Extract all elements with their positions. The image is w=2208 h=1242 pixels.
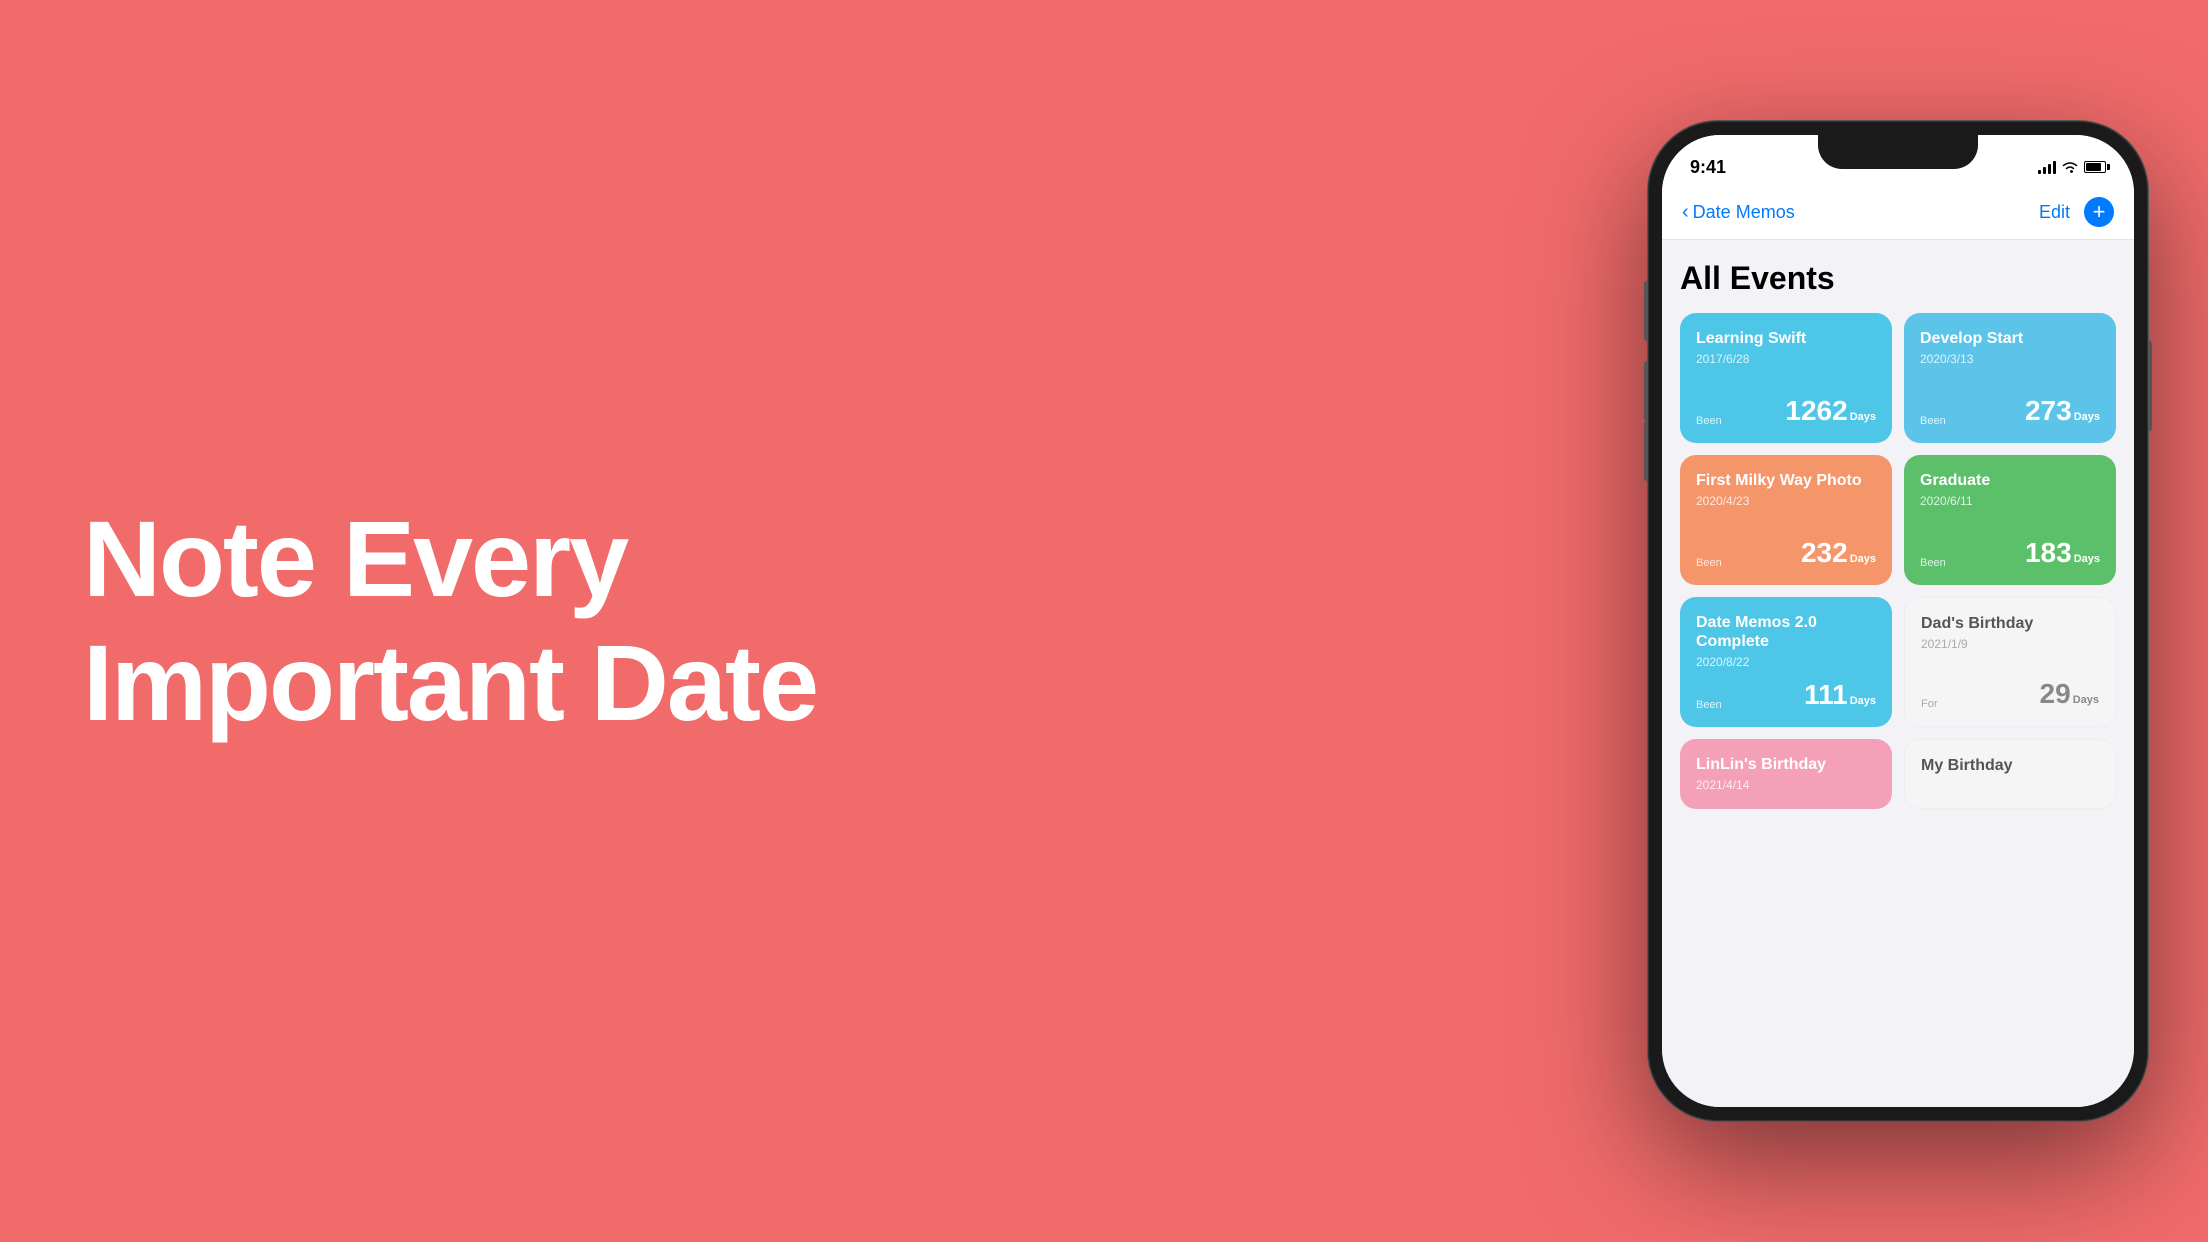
nav-right-buttons: Edit +	[2039, 197, 2114, 227]
card-bottom: Been 111 Days	[1696, 679, 1876, 711]
card-number: 273	[2025, 395, 2072, 427]
wifi-icon	[2062, 160, 2078, 174]
card-days: 183 Days	[2025, 537, 2100, 569]
phone-body: 9:41	[1648, 121, 2148, 1121]
card-title: Date Memos 2.0 Complete	[1696, 613, 1876, 651]
card-days-suffix: Days	[2074, 411, 2100, 423]
add-button[interactable]: +	[2084, 197, 2114, 227]
page-title: All Events	[1680, 260, 2116, 297]
card-date: 2020/3/13	[1920, 352, 2100, 366]
card-dads-birthday[interactable]: Dad's Birthday 2021/1/9 For 29 Days	[1904, 597, 2116, 727]
card-date: 2020/4/23	[1696, 494, 1876, 508]
card-date: 2017/6/28	[1696, 352, 1876, 366]
card-date: 2020/8/22	[1696, 655, 1876, 669]
card-number: 183	[2025, 537, 2072, 569]
card-number: 29	[2040, 678, 2071, 710]
phone-screen: 9:41	[1662, 135, 2134, 1107]
card-days: 232 Days	[1801, 537, 1876, 569]
card-title: Graduate	[1920, 471, 2100, 490]
cards-grid: Learning Swift 2017/6/28 Been 1262 Days	[1680, 313, 2116, 809]
card-label: Been	[1696, 415, 1722, 427]
card-number: 232	[1801, 537, 1848, 569]
card-number: 111	[1804, 679, 1848, 711]
chevron-left-icon: ‹	[1682, 201, 1689, 224]
card-label: Been	[1696, 557, 1722, 569]
card-days: 273 Days	[2025, 395, 2100, 427]
card-bottom: Been 1262 Days	[1696, 395, 1876, 427]
card-develop-start[interactable]: Develop Start 2020/3/13 Been 273 Days	[1904, 313, 2116, 443]
card-label: Been	[1696, 699, 1722, 711]
card-title: My Birthday	[1921, 756, 2099, 775]
card-learning-swift[interactable]: Learning Swift 2017/6/28 Been 1262 Days	[1680, 313, 1892, 443]
card-days-suffix: Days	[2074, 553, 2100, 565]
card-my-birthday[interactable]: My Birthday	[1904, 739, 2116, 809]
card-days-suffix: Days	[1850, 553, 1876, 565]
card-first-milky-way[interactable]: First Milky Way Photo 2020/4/23 Been 232…	[1680, 455, 1892, 585]
back-button[interactable]: ‹ Date Memos	[1682, 201, 1795, 224]
card-bottom: For 29 Days	[1921, 678, 2099, 710]
battery-icon	[2084, 161, 2106, 173]
card-title: First Milky Way Photo	[1696, 471, 1876, 490]
status-time: 9:41	[1690, 157, 1726, 178]
back-label: Date Memos	[1693, 202, 1795, 223]
card-title: Develop Start	[1920, 329, 2100, 348]
content-area: All Events Learning Swift 2017/6/28 Been…	[1662, 240, 2134, 1107]
card-date: 2020/6/11	[1920, 494, 2100, 508]
card-bottom: Been 232 Days	[1696, 537, 1876, 569]
card-date: 2021/1/9	[1921, 637, 2099, 651]
card-graduate[interactable]: Graduate 2020/6/11 Been 183 Days	[1904, 455, 2116, 585]
hero-line2: Important Date	[83, 621, 817, 745]
card-days-suffix: Days	[1850, 411, 1876, 423]
signal-icon	[2038, 160, 2056, 174]
card-days: 1262 Days	[1785, 395, 1876, 427]
status-icons	[2038, 160, 2106, 174]
hero-text: Note Every Important Date	[83, 497, 817, 745]
card-title: Learning Swift	[1696, 329, 1876, 348]
card-title: Dad's Birthday	[1921, 614, 2099, 633]
card-label: For	[1921, 698, 1938, 710]
phone-mockup: 9:41	[1648, 121, 2148, 1121]
edit-button[interactable]: Edit	[2039, 202, 2070, 223]
card-title: LinLin's Birthday	[1696, 755, 1876, 774]
nav-bar: ‹ Date Memos Edit +	[1662, 187, 2134, 240]
hero-section: Note Every Important Date	[0, 0, 900, 1242]
card-bottom: Been 183 Days	[1920, 537, 2100, 569]
card-date-memos-complete[interactable]: Date Memos 2.0 Complete 2020/8/22 Been 1…	[1680, 597, 1892, 727]
card-label: Been	[1920, 557, 1946, 569]
card-date: 2021/4/14	[1696, 778, 1876, 792]
card-days: 111 Days	[1804, 679, 1876, 711]
card-label: Been	[1920, 415, 1946, 427]
card-days-suffix: Days	[1850, 695, 1876, 707]
card-days: 29 Days	[2040, 678, 2099, 710]
card-days-suffix: Days	[2073, 694, 2099, 706]
card-number: 1262	[1785, 395, 1847, 427]
phone-notch	[1818, 135, 1978, 169]
hero-line1: Note Every	[83, 497, 817, 621]
card-linlin-birthday[interactable]: LinLin's Birthday 2021/4/14	[1680, 739, 1892, 809]
card-bottom: Been 273 Days	[1920, 395, 2100, 427]
